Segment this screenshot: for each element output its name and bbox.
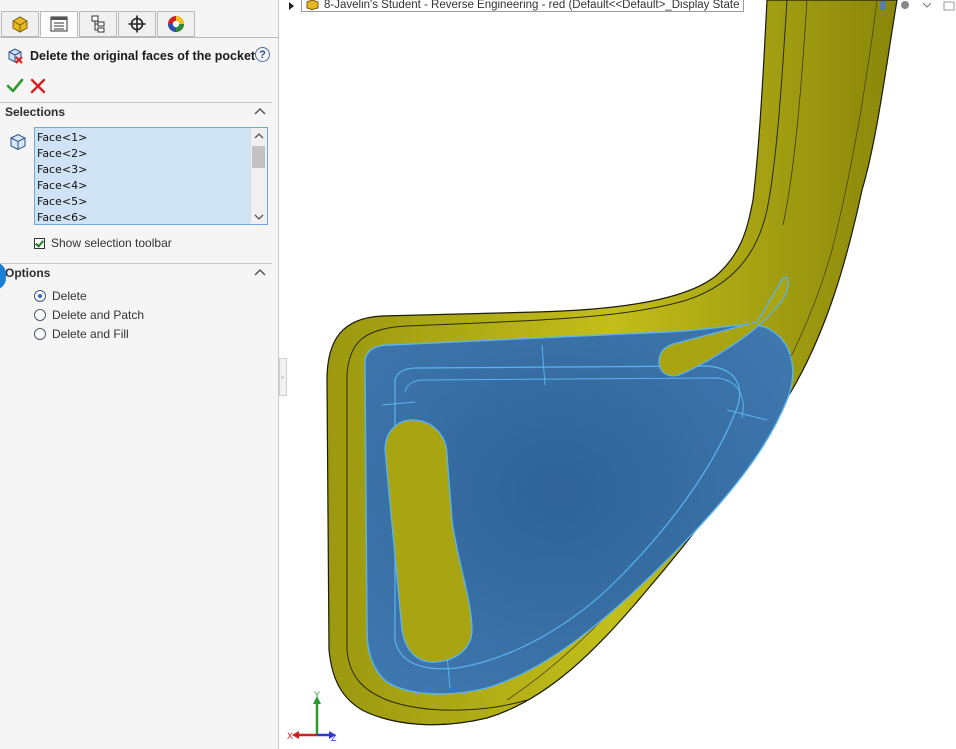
delete-and-fill-label: Delete and Fill (52, 327, 129, 341)
feature-header: Delete the original faces of the pocket … (6, 44, 272, 68)
property-manager-panel: Delete the original faces of the pocket … (0, 0, 279, 749)
list-item[interactable]: Face<2> (35, 146, 267, 162)
document-title-box[interactable]: 8-Javelin's Student - Reverse Engineerin… (301, 0, 745, 12)
chevron-up-icon[interactable] (254, 106, 266, 116)
delete-face-icon (8, 48, 23, 64)
list-item[interactable]: Face<4> (35, 178, 267, 194)
cancel-x-icon[interactable] (30, 78, 46, 94)
panel-splitter[interactable]: ◦ (279, 358, 287, 396)
help-icon[interactable]: ? (255, 47, 270, 62)
delete-label: Delete (52, 289, 87, 303)
document-title-bar: 8-Javelin's Student - Reverse Engineerin… (287, 0, 745, 12)
delete-and-fill-radio[interactable] (34, 328, 46, 340)
part-icon (306, 0, 319, 10)
list-item[interactable]: Face<1> (35, 130, 267, 146)
scroll-up-arrow-icon[interactable] (254, 131, 264, 141)
dropdown-arrow-icon[interactable] (920, 1, 934, 11)
list-scrollbar[interactable] (250, 128, 267, 224)
delete-radio[interactable] (34, 290, 46, 302)
property-list-icon (50, 16, 68, 32)
appearance-sphere-icon (168, 16, 184, 32)
display-manager-tab[interactable] (157, 11, 195, 37)
show-selection-toolbar-option[interactable]: Show selection toolbar (34, 236, 172, 250)
option-delete-and-fill[interactable]: Delete and Fill (34, 327, 129, 341)
splitter-grip-icon: ◦ (281, 373, 284, 382)
configuration-tree-icon (91, 15, 105, 33)
expand-arrow-icon[interactable] (287, 1, 297, 11)
delete-and-patch-radio[interactable] (34, 309, 46, 321)
coordinate-triad: Y X Z (287, 690, 337, 743)
view-cube-icon[interactable] (876, 1, 890, 11)
show-selection-toolbar-label: Show selection toolbar (51, 236, 172, 250)
document-title: 8-Javelin's Student - Reverse Engineerin… (324, 0, 740, 11)
heads-up-toolbar (876, 0, 956, 12)
list-item[interactable]: Face<5> (35, 194, 267, 210)
feature-manager-tab[interactable] (1, 11, 39, 37)
selections-heading: Selections (5, 105, 66, 119)
configuration-manager-tab[interactable] (79, 11, 117, 37)
option-delete[interactable]: Delete (34, 289, 87, 303)
feature-title: Delete the original faces of the pocket (30, 49, 256, 63)
chevron-up-icon[interactable] (254, 267, 266, 277)
delete-and-patch-label: Delete and Patch (52, 308, 145, 322)
tab-bar-divider (0, 37, 279, 38)
scrollbar-thumb[interactable] (252, 146, 265, 168)
manager-tab-bar (0, 8, 279, 38)
minimize-icon[interactable] (942, 1, 956, 11)
face-selection-icon (10, 133, 26, 151)
x-axis-label: X (287, 731, 293, 741)
dimxpert-manager-tab[interactable] (118, 11, 156, 37)
y-axis-label: Y (314, 690, 320, 700)
list-item[interactable]: Face<6> (35, 210, 267, 224)
ok-check-icon[interactable] (6, 77, 24, 95)
crosshair-icon (128, 15, 146, 33)
options-section-header[interactable]: Options (0, 263, 272, 283)
selections-section-header[interactable]: Selections (0, 102, 272, 122)
option-delete-and-patch[interactable]: Delete and Patch (34, 308, 144, 322)
display-style-icon[interactable] (898, 1, 912, 11)
property-manager-tab[interactable] (40, 11, 78, 37)
show-selection-toolbar-checkbox[interactable] (34, 237, 45, 249)
list-item[interactable]: Face<3> (35, 162, 267, 178)
part-model-view[interactable] (287, 0, 956, 749)
selected-faces-list[interactable]: Face<1> Face<2> Face<3> Face<4> Face<5> … (34, 127, 268, 225)
feature-manager-icon (12, 16, 28, 33)
x-arrow-head (292, 731, 299, 739)
graphics-area[interactable]: 8-Javelin's Student - Reverse Engineerin… (287, 0, 956, 749)
z-axis-label: Z (331, 733, 337, 743)
scroll-down-arrow-icon[interactable] (254, 212, 264, 222)
options-heading: Options (5, 266, 51, 280)
